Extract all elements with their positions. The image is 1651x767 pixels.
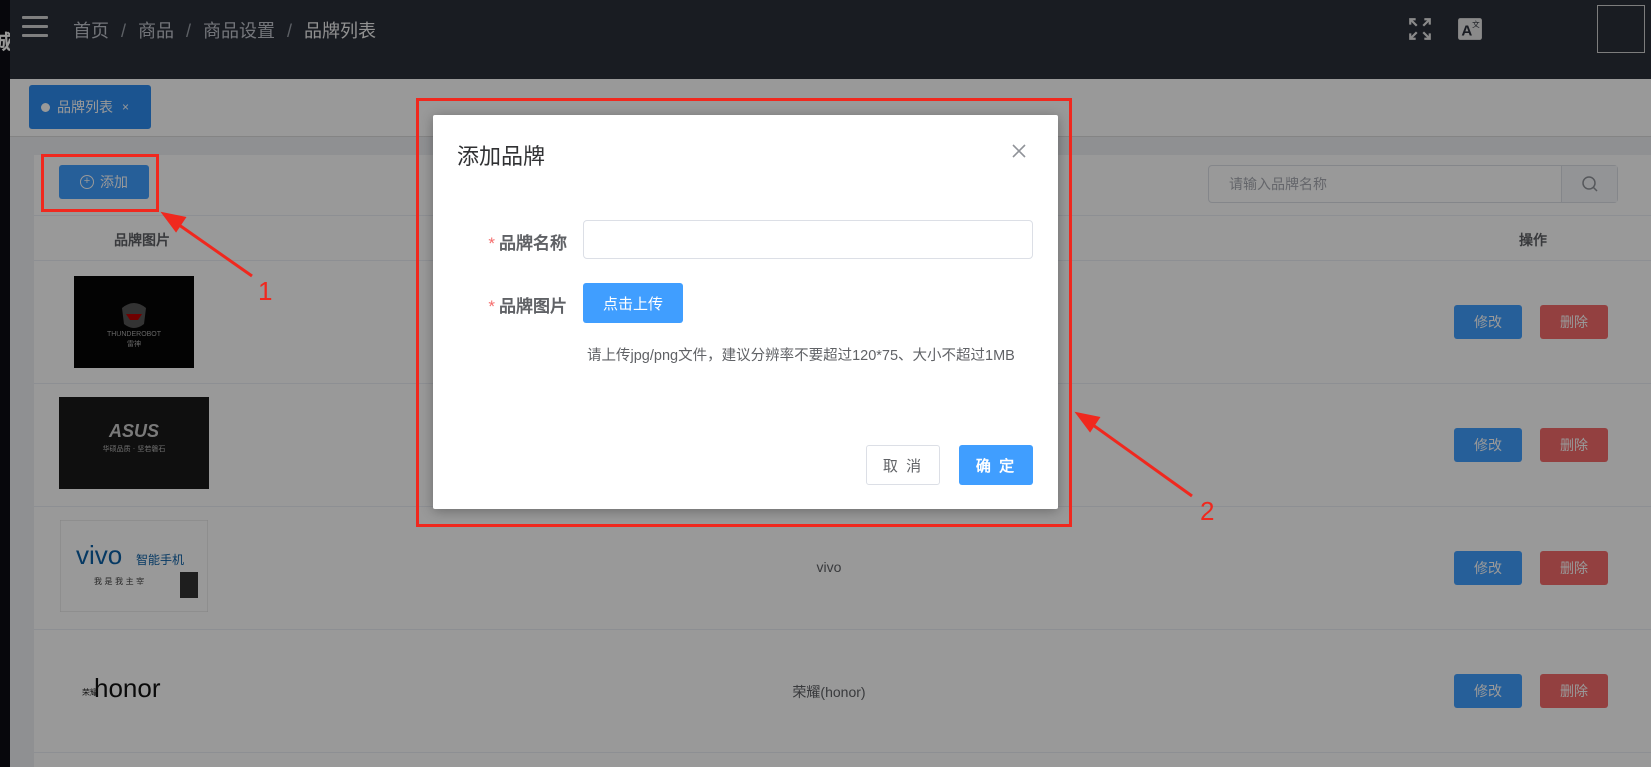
annotation-number-1: 1 (258, 276, 273, 306)
upload-button[interactable]: 点击上传 (583, 283, 683, 323)
annotation-number-2: 2 (1200, 496, 1215, 526)
confirm-button[interactable]: 确 定 (959, 445, 1033, 485)
cancel-button[interactable]: 取 消 (866, 445, 940, 485)
dialog-title: 添加品牌 (457, 144, 546, 169)
upload-tip: 请上传jpg/png文件，建议分辨率不要超过120*75、大小不超过1MB (587, 348, 1015, 364)
brand-name-input[interactable] (583, 220, 1033, 259)
add-brand-dialog: 添加品牌 * 品牌名称 * 品牌图片 点击上传 请上传jpg/png文件，建议分辨率… (433, 115, 1058, 509)
brand-name-label: * 品牌名称 (488, 234, 567, 253)
close-icon[interactable] (1009, 141, 1029, 161)
brand-image-label: * 品牌图片 (488, 297, 567, 316)
